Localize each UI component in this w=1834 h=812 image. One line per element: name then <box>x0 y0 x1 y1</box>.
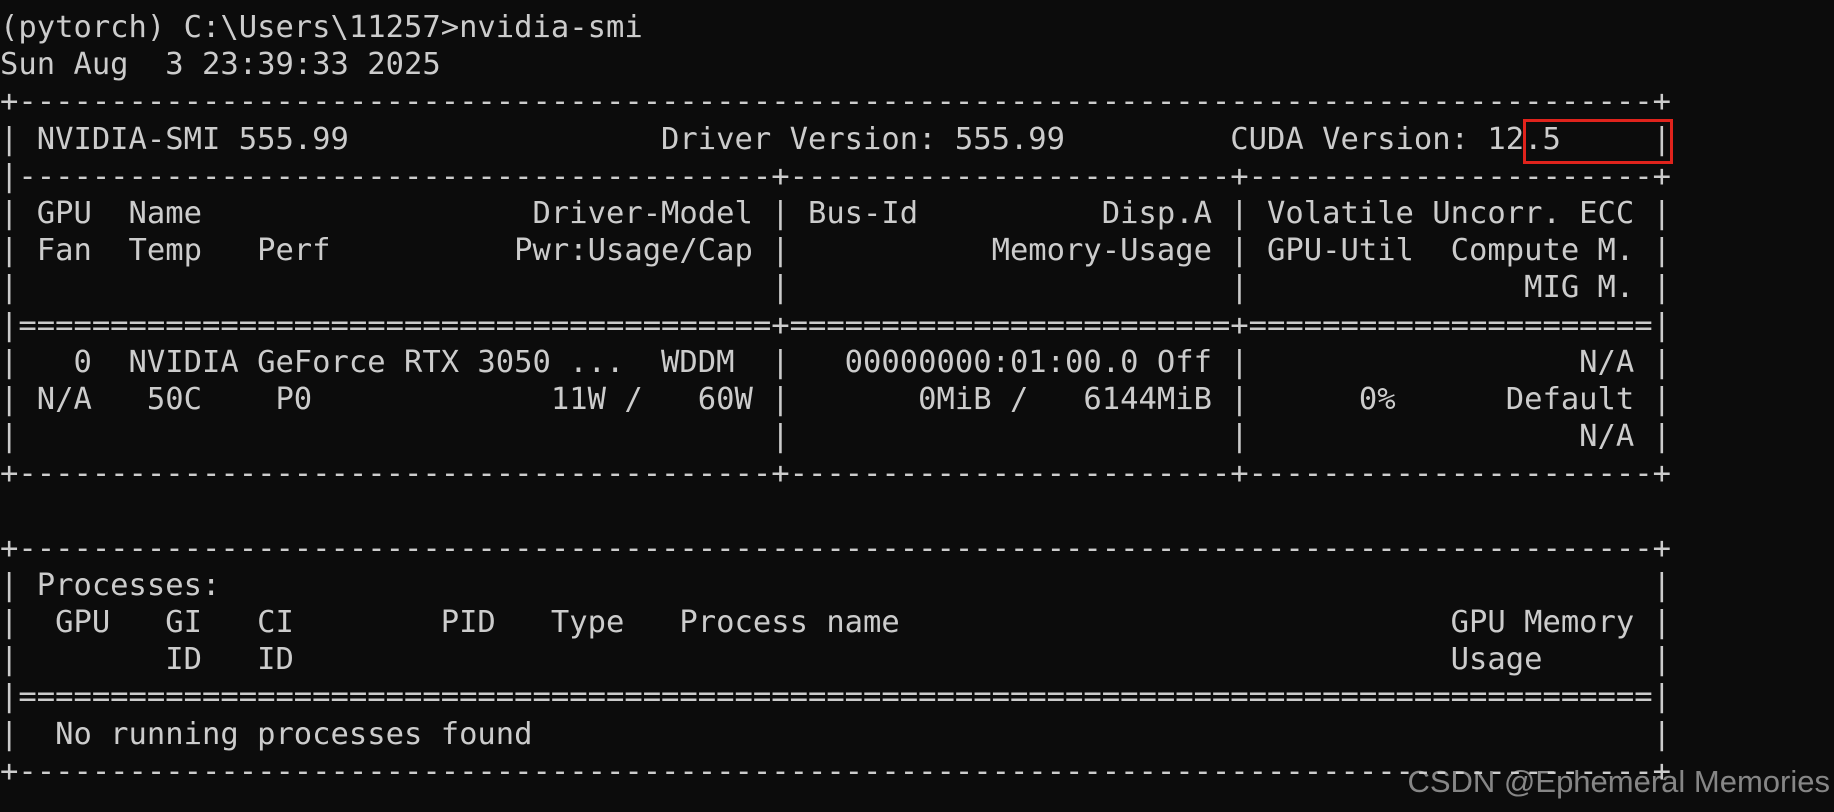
column-header-row-1: | GPU Name Driver-Model | Bus-Id Disp.A … <box>0 195 1671 231</box>
prompt-command-line: (pytorch) C:\Users\11257>nvidia-smi <box>0 10 643 45</box>
processes-header-2: | ID ID Usage | <box>0 642 1671 678</box>
terminal-window[interactable]: (pytorch) C:\Users\11257>nvidia-smi Sun … <box>0 0 1834 812</box>
processes-header-1: | GPU GI CI PID Type Process name GPU Me… <box>0 605 1671 640</box>
column-header-row-3: | | | MIG M. | <box>0 270 1671 306</box>
processes-separator: |=======================================… <box>0 679 1671 715</box>
timestamp-line: Sun Aug 3 23:39:33 2025 <box>0 47 441 83</box>
cuda-version-highlight-box <box>1523 119 1673 164</box>
column-header-row-2: | Fan Temp Perf Pwr:Usage/Cap | Memory-U… <box>0 233 1671 269</box>
processes-border-top: +---------------------------------------… <box>0 530 1671 566</box>
table-border-top: +---------------------------------------… <box>0 84 1671 120</box>
no-processes-message: | No running processes found | <box>0 716 1671 752</box>
gpu-row-2: | N/A 50C P0 11W / 60W | 0MiB / 6144MiB … <box>0 381 1671 417</box>
gpu-row-1: | 0 NVIDIA GeForce RTX 3050 ... WDDM | 0… <box>0 344 1671 380</box>
table-border-bottom: +---------------------------------------… <box>0 456 1671 492</box>
gpu-row-3: | | | N/A | <box>0 419 1671 455</box>
processes-title: | Processes: | <box>0 567 1671 603</box>
watermark: CSDN @Ephemeral Memories <box>1407 763 1830 799</box>
header-separator: |=======================================… <box>0 307 1671 343</box>
